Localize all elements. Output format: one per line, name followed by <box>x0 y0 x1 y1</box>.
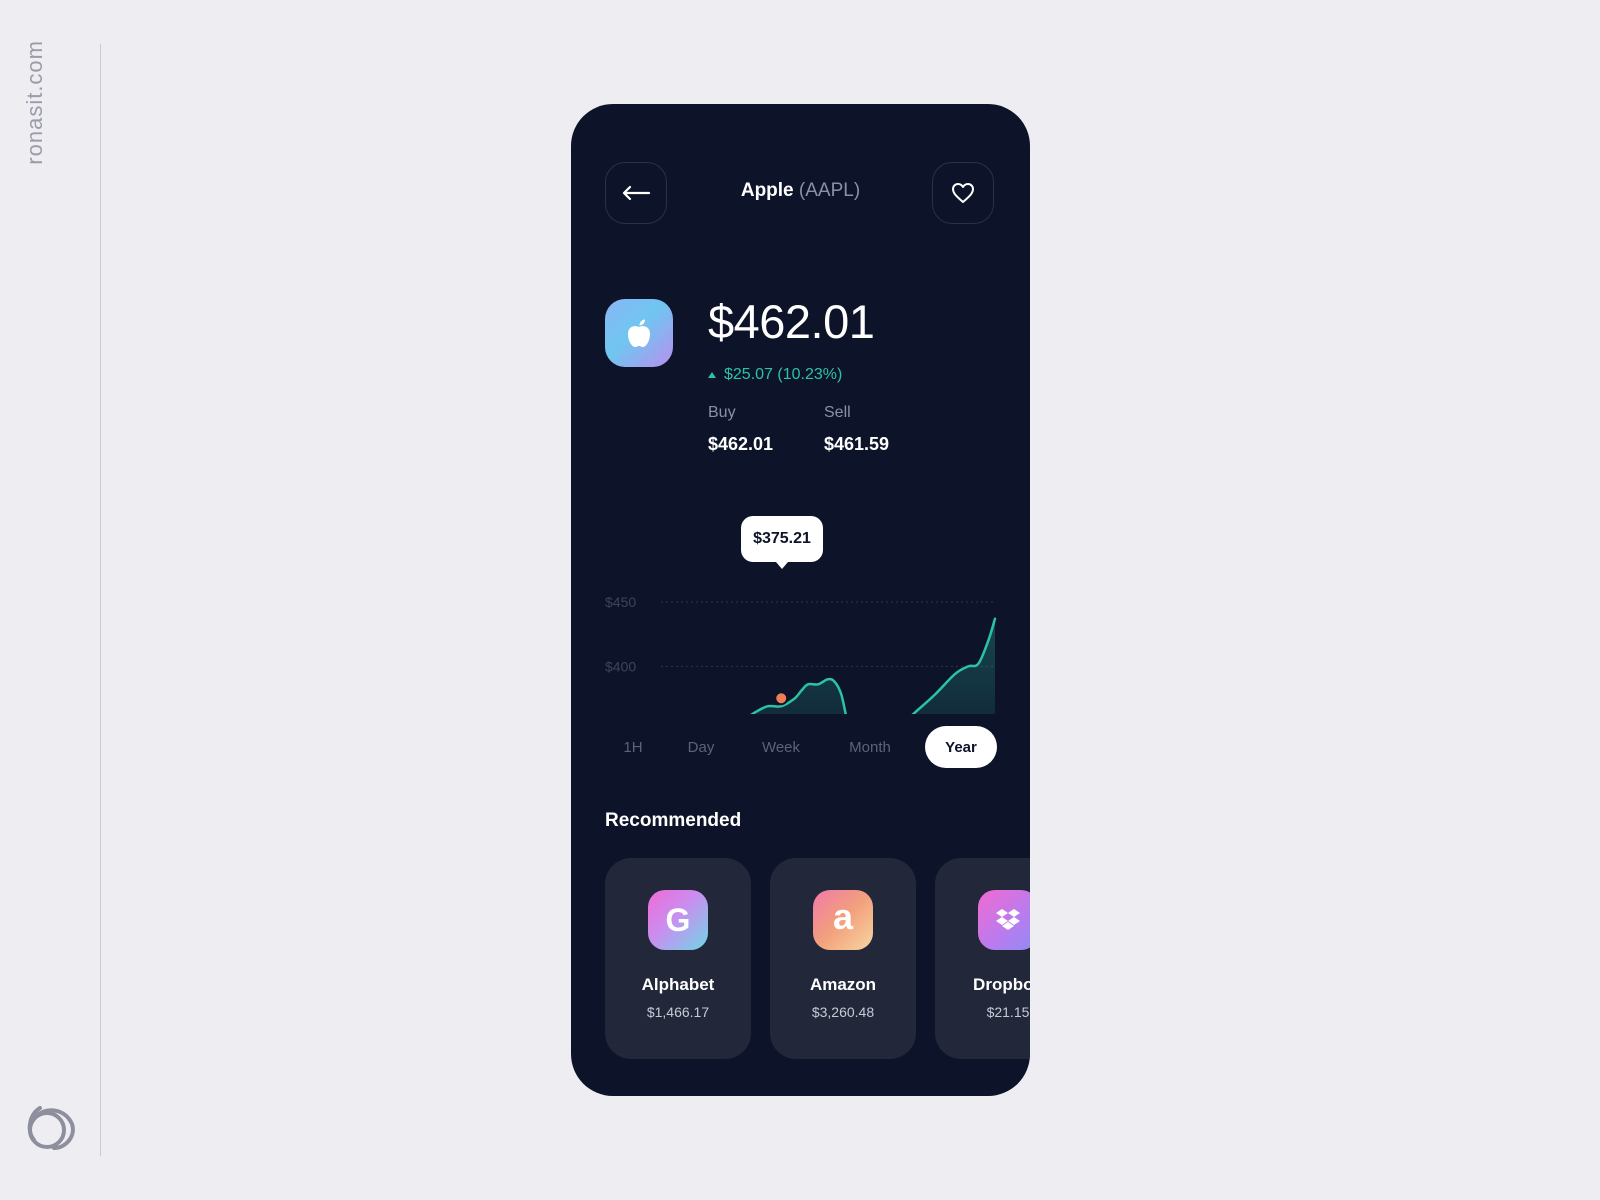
range-tab-month[interactable]: Month <box>831 726 909 768</box>
side-divider <box>100 44 101 1156</box>
stock-ticker: (AAPL) <box>798 180 861 201</box>
y-tick-label: $400 <box>605 658 636 674</box>
triangle-up-icon <box>708 372 716 378</box>
buy-price: $462.01 <box>708 434 774 454</box>
range-tab-year[interactable]: Year <box>925 726 997 768</box>
amazon-logo-letter: a <box>832 896 854 937</box>
buy-label: Buy <box>708 404 736 421</box>
time-range-selector: 1H Day Week Month Year <box>605 726 997 768</box>
favorite-button[interactable] <box>932 162 994 224</box>
current-price: $462.01 <box>708 295 875 348</box>
card-name: Dropbox <box>973 975 1030 994</box>
range-tab-1h[interactable]: 1H <box>613 726 653 768</box>
price-change-value: $25.07 (10.23%) <box>724 366 843 383</box>
dropbox-logo-icon <box>978 890 1030 950</box>
sell-price: $461.59 <box>824 434 890 454</box>
apple-logo-icon <box>628 319 650 347</box>
site-watermark: ronasit.com <box>22 40 47 165</box>
card-price: $3,260.48 <box>811 1004 875 1020</box>
google-logo-icon: G <box>648 890 708 950</box>
alphabet-logo-letter: G <box>665 901 691 938</box>
recommended-card-alphabet[interactable]: G Alphabet $1,466.17 <box>605 858 751 1059</box>
card-price: $21.15 <box>986 1004 1030 1020</box>
recommended-heading: Recommended <box>605 810 742 831</box>
recommended-card-amazon[interactable]: a Amazon $3,260.48 <box>770 858 916 1059</box>
phone-screen: Apple (AAPL) $462.01 $25.07 (10.23%) Buy… <box>571 104 1030 1096</box>
card-price: $1,466.17 <box>646 1004 710 1020</box>
amazon-logo-icon: a <box>813 890 873 950</box>
card-name: Alphabet <box>641 975 715 994</box>
sell-label: Sell <box>824 404 851 421</box>
stock-logo <box>605 299 673 367</box>
ronasit-swirl-icon <box>27 1106 75 1150</box>
recommended-card-dropbox[interactable]: Dropbox $21.15 <box>935 858 1030 1059</box>
dropbox-glyph <box>996 909 1020 930</box>
price-tooltip: $375.21 <box>741 516 823 569</box>
stock-name: Apple <box>740 180 794 201</box>
range-tab-week[interactable]: Week <box>749 726 813 768</box>
highlight-point[interactable] <box>774 691 789 706</box>
card-name: Amazon <box>809 975 877 994</box>
heart-icon <box>952 183 974 203</box>
price-change: $25.07 (10.23%) <box>708 366 842 384</box>
range-tab-day[interactable]: Day <box>671 726 731 768</box>
y-tick-label: $450 <box>605 594 636 610</box>
